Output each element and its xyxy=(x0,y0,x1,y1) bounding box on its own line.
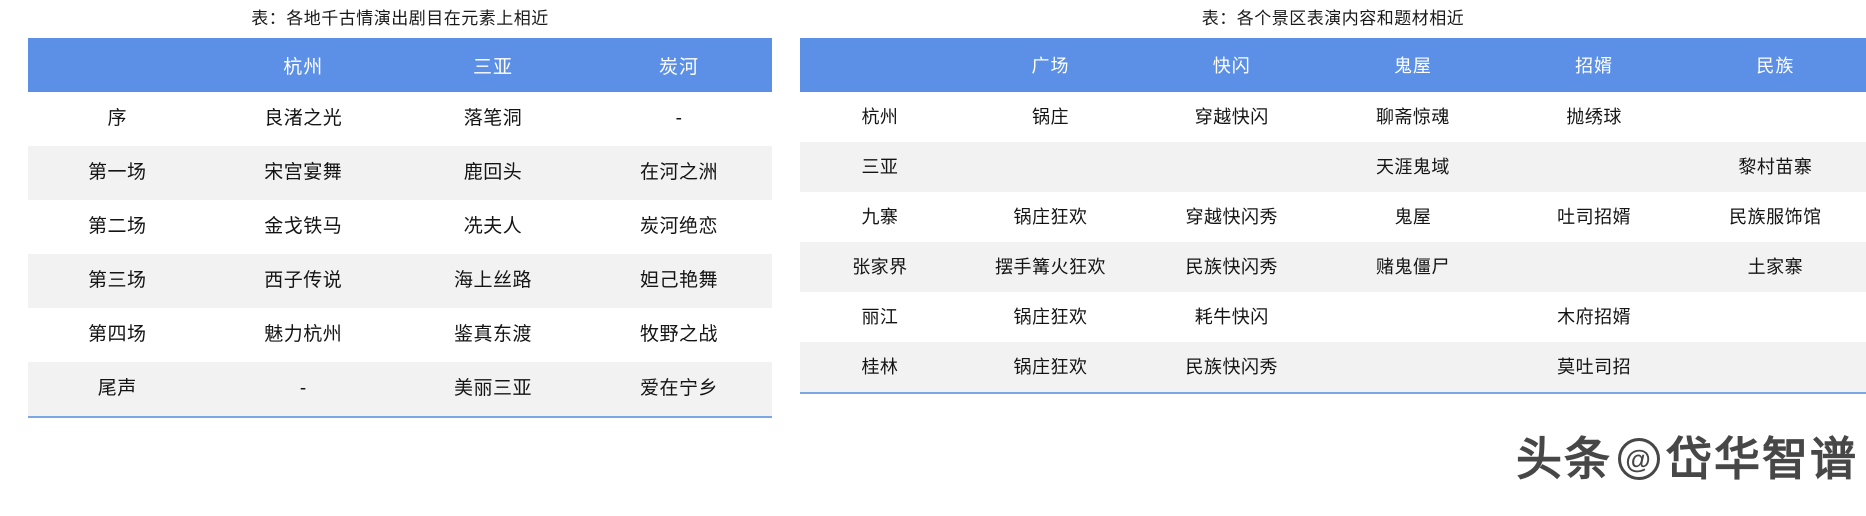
cell xyxy=(1503,142,1685,193)
cell xyxy=(1322,342,1504,394)
table-row: 丽江 锅庄狂欢 耗牛快闪 木府招婿 xyxy=(800,292,1866,343)
cell: 锅庄狂欢 xyxy=(959,342,1142,394)
cell: 莫吐司招 xyxy=(1503,342,1685,394)
row-label: 丽江 xyxy=(800,292,960,343)
cell: 锅庄狂欢 xyxy=(959,192,1142,243)
cell: 聊斋惊魂 xyxy=(1322,92,1504,143)
at-icon: @ xyxy=(1618,438,1660,480)
table-row: 尾声 - 美丽三亚 爱在宁乡 xyxy=(28,362,772,418)
cell: 黎村苗寨 xyxy=(1684,142,1866,193)
table-row: 第一场 宋宫宴舞 鹿回头 在河之洲 xyxy=(28,146,772,201)
cell: 民族快闪秀 xyxy=(1141,242,1323,293)
table-row: 三亚 天涯鬼域 黎村苗寨 xyxy=(800,142,1866,193)
cell xyxy=(1684,92,1866,143)
table-row: 九寨 锅庄狂欢 穿越快闪秀 鬼屋 吐司招婿 民族服饰馆 xyxy=(800,192,1866,243)
row-label: 九寨 xyxy=(800,192,960,243)
cell xyxy=(1322,292,1504,343)
left-table-title: 表：各地千古情演出剧目在元素上相近 xyxy=(251,9,549,28)
cell: 宋宫宴舞 xyxy=(206,146,400,201)
right-table-header-row: 广场 快闪 鬼屋 招婿 民族 xyxy=(800,38,1866,93)
table-row: 杭州 锅庄 穿越快闪 聊斋惊魂 抛绣球 xyxy=(800,92,1866,143)
watermark-brand: 头条 xyxy=(1516,433,1612,485)
row-label: 三亚 xyxy=(800,142,960,193)
cell xyxy=(1141,142,1323,193)
cell: 鬼屋 xyxy=(1322,192,1504,243)
cell: 落笔洞 xyxy=(399,92,586,147)
cell: 抛绣球 xyxy=(1503,92,1685,143)
cell xyxy=(1684,342,1866,394)
left-header-cell-1: 杭州 xyxy=(206,38,400,93)
row-label: 杭州 xyxy=(800,92,960,143)
left-table-body: 序 良渚之光 落笔洞 - 第一场 宋宫宴舞 鹿回头 在河之洲 第二场 金戈铁马 … xyxy=(28,92,772,418)
right-table-title: 表：各个景区表演内容和题材相近 xyxy=(1201,9,1465,28)
right-header-cell-2: 快闪 xyxy=(1141,38,1323,93)
cell: 海上丝路 xyxy=(399,254,586,309)
watermark-account: 岱华智谱 xyxy=(1666,433,1858,485)
cell xyxy=(1684,292,1866,343)
right-header-cell-5: 民族 xyxy=(1684,38,1866,93)
cell: 穿越快闪秀 xyxy=(1141,192,1323,243)
table-row: 桂林 锅庄狂欢 民族快闪秀 莫吐司招 xyxy=(800,342,1866,394)
cell: 穿越快闪 xyxy=(1141,92,1323,143)
right-table-body: 杭州 锅庄 穿越快闪 聊斋惊魂 抛绣球 三亚 天涯鬼域 黎村苗寨 九寨 锅庄狂欢… xyxy=(800,92,1866,394)
left-table-header-row: 杭州 三亚 炭河 xyxy=(28,38,772,93)
table-row: 第二场 金戈铁马 冼夫人 炭河绝恋 xyxy=(28,200,772,255)
cell: 民族快闪秀 xyxy=(1141,342,1323,394)
row-label: 桂林 xyxy=(800,342,960,394)
table-row: 第三场 西子传说 海上丝路 妲己艳舞 xyxy=(28,254,772,309)
cell: 在河之洲 xyxy=(585,146,772,201)
left-table: 杭州 三亚 炭河 序 良渚之光 落笔洞 - 第一场 宋宫宴舞 鹿回头 在河之洲 xyxy=(28,38,772,419)
left-table-head: 杭州 三亚 炭河 xyxy=(28,38,772,93)
left-table-panel: 表：各地千古情演出剧目在元素上相近 杭州 三亚 炭河 序 良渚之光 落笔洞 - xyxy=(0,0,800,419)
cell: 爱在宁乡 xyxy=(585,362,772,418)
right-header-cell-3: 鬼屋 xyxy=(1322,38,1504,93)
cell: 锅庄 xyxy=(959,92,1142,143)
cell: 木府招婿 xyxy=(1503,292,1685,343)
cell: 美丽三亚 xyxy=(399,362,586,418)
cell: 金戈铁马 xyxy=(206,200,400,255)
cell: 冼夫人 xyxy=(399,200,586,255)
right-table-panel: 表：各个景区表演内容和题材相近 广场 快闪 鬼屋 招婿 民族 杭州 锅庄 穿越快… xyxy=(800,0,1866,395)
right-header-cell-1: 广场 xyxy=(959,38,1142,93)
row-label: 第一场 xyxy=(28,146,207,201)
cell: 天涯鬼域 xyxy=(1322,142,1504,193)
cell: 良渚之光 xyxy=(206,92,400,147)
cell: 民族服饰馆 xyxy=(1684,192,1866,243)
left-header-cell-2: 三亚 xyxy=(399,38,586,93)
cell: 赌鬼僵尸 xyxy=(1322,242,1504,293)
right-table-head: 广场 快闪 鬼屋 招婿 民族 xyxy=(800,38,1866,93)
table-row: 序 良渚之光 落笔洞 - xyxy=(28,92,772,147)
right-header-cell-0 xyxy=(800,38,960,93)
row-label: 张家界 xyxy=(800,242,960,293)
right-table: 广场 快闪 鬼屋 招婿 民族 杭州 锅庄 穿越快闪 聊斋惊魂 抛绣球 三亚 天涯… xyxy=(800,38,1866,395)
cell: - xyxy=(585,92,772,147)
left-header-cell-3: 炭河 xyxy=(585,38,772,93)
cell: 土家寨 xyxy=(1684,242,1866,293)
cell xyxy=(959,142,1142,193)
row-label: 第四场 xyxy=(28,308,207,363)
cell: 妲己艳舞 xyxy=(585,254,772,309)
left-header-cell-0 xyxy=(28,38,207,93)
cell: 耗牛快闪 xyxy=(1141,292,1323,343)
row-label: 序 xyxy=(28,92,207,147)
cell: 炭河绝恋 xyxy=(585,200,772,255)
tables-page: 表：各地千古情演出剧目在元素上相近 杭州 三亚 炭河 序 良渚之光 落笔洞 - xyxy=(0,0,1866,516)
row-label: 尾声 xyxy=(28,362,207,418)
cell: - xyxy=(206,362,400,418)
cell: 牧野之战 xyxy=(585,308,772,363)
right-header-cell-4: 招婿 xyxy=(1503,38,1685,93)
watermark: 头条 @ 岱华智谱 xyxy=(1516,436,1858,482)
cell: 鉴真东渡 xyxy=(399,308,586,363)
cell: 吐司招婿 xyxy=(1503,192,1685,243)
row-label: 第三场 xyxy=(28,254,207,309)
cell: 西子传说 xyxy=(206,254,400,309)
cell: 鹿回头 xyxy=(399,146,586,201)
cell: 魅力杭州 xyxy=(206,308,400,363)
cell xyxy=(1503,242,1685,293)
cell: 锅庄狂欢 xyxy=(959,292,1142,343)
row-label: 第二场 xyxy=(28,200,207,255)
table-row: 第四场 魅力杭州 鉴真东渡 牧野之战 xyxy=(28,308,772,363)
table-row: 张家界 摆手篝火狂欢 民族快闪秀 赌鬼僵尸 土家寨 xyxy=(800,242,1866,293)
cell: 摆手篝火狂欢 xyxy=(959,242,1142,293)
